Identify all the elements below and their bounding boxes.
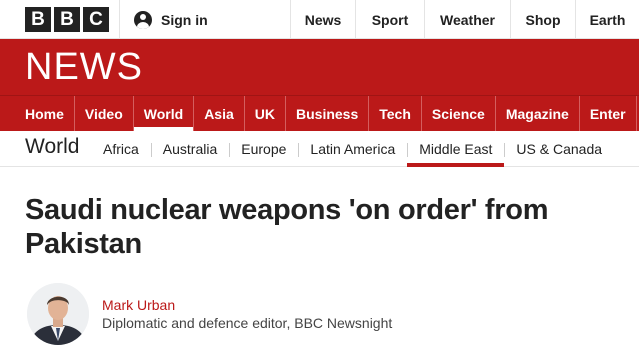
nav-item-science[interactable]: Science xyxy=(422,96,496,131)
subnav-item-middle-east[interactable]: Middle East xyxy=(407,131,505,167)
section-title[interactable]: World xyxy=(25,135,79,159)
primary-nav: Home Video World Asia UK Business Tech S… xyxy=(0,95,639,131)
user-icon xyxy=(134,10,152,29)
nav-item-world[interactable]: World xyxy=(133,96,195,131)
subnav-item-africa[interactable]: Africa xyxy=(91,131,151,167)
news-logo[interactable]: NEWS xyxy=(25,47,143,87)
bbc-logo-letter: B xyxy=(54,7,80,32)
author-name[interactable]: Mark Urban xyxy=(102,297,175,313)
nav-item-business[interactable]: Business xyxy=(286,96,370,131)
author-portrait xyxy=(27,283,89,345)
toplink-news[interactable]: News xyxy=(290,0,355,39)
top-bar: B B C Sign in News Sport Weather Shop Ea… xyxy=(0,0,639,39)
nav-item-video[interactable]: Video xyxy=(75,96,134,131)
toplink-weather[interactable]: Weather xyxy=(424,0,510,39)
secondary-nav: World Africa Australia Europe Latin Amer… xyxy=(0,131,639,167)
author-avatar xyxy=(27,283,89,345)
subsection-list: Africa Australia Europe Latin America Mi… xyxy=(91,131,614,167)
subnav-item-us-canada[interactable]: US & Canada xyxy=(504,131,614,167)
author-role: Diplomatic and defence editor, BBC Newsn… xyxy=(102,315,393,331)
toplink-sport[interactable]: Sport xyxy=(355,0,424,39)
bbc-logo-letter: C xyxy=(83,7,109,32)
subnav-item-latin-america[interactable]: Latin America xyxy=(298,131,407,167)
top-links: News Sport Weather Shop Earth xyxy=(290,0,639,39)
article-headline: Saudi nuclear weapons 'on order' from Pa… xyxy=(25,194,549,260)
subnav-item-australia[interactable]: Australia xyxy=(150,131,229,167)
nav-item-entertainment[interactable]: Enter xyxy=(580,96,637,131)
news-banner: NEWS xyxy=(0,39,639,95)
nav-item-uk[interactable]: UK xyxy=(245,96,286,131)
signin-link[interactable]: Sign in xyxy=(134,0,208,39)
nav-item-tech[interactable]: Tech xyxy=(369,96,422,131)
toplink-shop[interactable]: Shop xyxy=(510,0,575,39)
signin-label: Sign in xyxy=(161,11,208,28)
nav-item-home[interactable]: Home xyxy=(0,96,75,131)
toplink-earth[interactable]: Earth xyxy=(575,0,639,39)
nav-item-asia[interactable]: Asia xyxy=(194,96,245,131)
divider xyxy=(119,0,120,39)
nav-item-magazine[interactable]: Magazine xyxy=(496,96,580,131)
bbc-logo[interactable]: B B C xyxy=(25,7,109,32)
subnav-item-europe[interactable]: Europe xyxy=(229,131,298,167)
bbc-logo-letter: B xyxy=(25,7,51,32)
